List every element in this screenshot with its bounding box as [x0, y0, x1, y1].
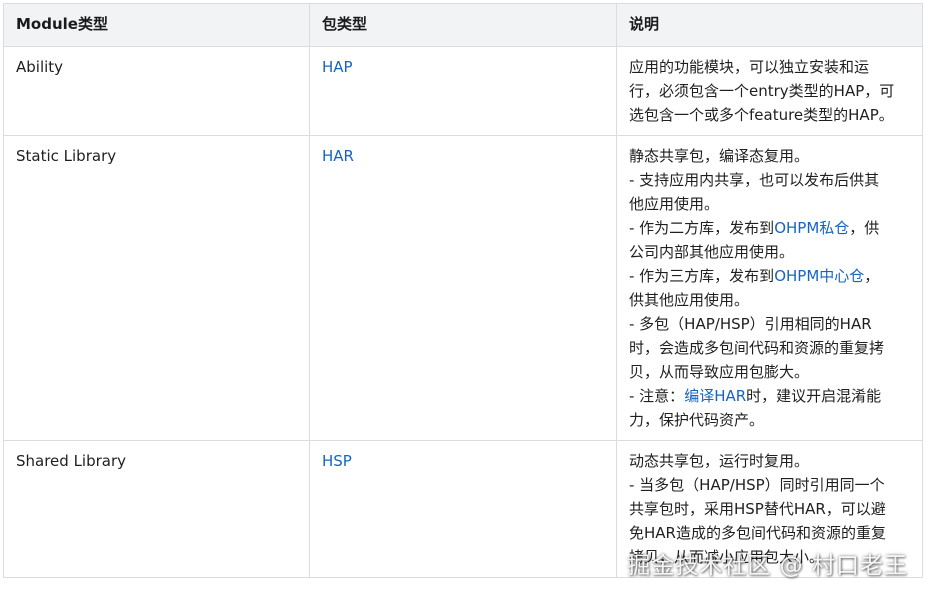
header-description: 说明 — [616, 3, 923, 47]
description-line: 静态共享包，编译态复用。 — [629, 144, 910, 168]
description-link[interactable]: OHPM中心仓 — [774, 267, 864, 285]
description-text: - 多包（HAP/HSP）引用相同的HAR — [629, 315, 872, 333]
description-line: 他应用使用。 — [629, 192, 910, 216]
module-type-cell: Shared Library — [3, 440, 310, 578]
description-line: - 多包（HAP/HSP）引用相同的HAR — [629, 312, 910, 336]
description-cell: 静态共享包，编译态复用。 - 支持应用内共享，也可以发布后供其 他应用使用。 - 作为… — [616, 135, 923, 441]
description-cell: 应用的功能模块，可以独立安装和运行，必须包含一个entry类型的HAP，可 选包含… — [616, 46, 923, 136]
description-line: 应用的功能模块，可以独立安装和运 — [629, 55, 910, 79]
description-line: 时，会造成多包间代码和资源的重复拷 — [629, 336, 910, 360]
module-type-cell: Ability — [3, 46, 310, 136]
table-row-ability: Ability HAP 应用的功能模块，可以独立安装和运行，必须包含一个entr… — [3, 46, 923, 136]
description-text: - 作为二方库，发布到 — [629, 219, 775, 237]
description-text: 公司内部其他应用使用。 — [629, 243, 795, 261]
description-text: 他应用使用。 — [629, 195, 720, 213]
table-row-static-library: Static Library HAR 静态共享包，编译态复用。 - 支持应用内共享… — [3, 135, 923, 441]
description-text: 时，建议开启混淆能 — [746, 387, 882, 405]
package-type-link[interactable]: HAP — [322, 58, 353, 76]
description-text: - 支持应用内共享，也可以发布后供其 — [629, 171, 880, 189]
package-type-link[interactable]: HAR — [322, 147, 354, 165]
package-type-cell: HSP — [309, 440, 617, 578]
description-link[interactable]: OHPM私仓 — [774, 219, 849, 237]
description-text: 力，保护代码资产。 — [629, 411, 765, 429]
description-line: 行，必须包含一个entry类型的HAP，可 — [629, 79, 910, 103]
module-type-cell: Static Library — [3, 135, 310, 441]
description-link[interactable]: 编译HAR — [684, 387, 746, 405]
description-line: - 作为三方库，发布到OHPM中心仓， — [629, 264, 910, 288]
package-type-cell: HAP — [309, 46, 617, 136]
header-package-type: 包类型 — [309, 3, 617, 47]
watermark: 掘金技术社区 @ 村口老王 — [627, 553, 908, 579]
description-text: 供其他应用使用。 — [629, 291, 750, 309]
description-line: - 当多包（HAP/HSP）同时引用同一个 — [629, 473, 910, 497]
description-line: 供其他应用使用。 — [629, 288, 910, 312]
description-text: 共享包时，采用HSP替代HAR，可以避 — [629, 500, 886, 518]
description-text: 静态共享包，编译态复用。 — [629, 147, 810, 165]
description-text: - 注意： — [629, 387, 685, 405]
description-text: ， — [864, 267, 880, 285]
description-line: - 作为二方库，发布到OHPM私仓，供 — [629, 216, 910, 240]
package-type-cell: HAR — [309, 135, 617, 441]
module-type-table: Module类型 包类型 说明 Ability HAP 应用的功能模块，可以独立… — [3, 3, 923, 578]
description-line: 共享包时，采用HSP替代HAR，可以避 — [629, 497, 910, 521]
description-text: ，供 — [849, 219, 880, 237]
description-text: 免HAR造成的多包间代码和资源的重复 — [629, 524, 886, 542]
description-line: 动态共享包，运行时复用。 — [629, 449, 910, 473]
description-line: 力，保护代码资产。 — [629, 408, 910, 432]
package-type-link[interactable]: HSP — [322, 452, 352, 470]
description-text: 贝，从而导致应用包膨大。 — [629, 363, 810, 381]
description-text: 动态共享包，运行时复用。 — [629, 452, 810, 470]
description-text: 时，会造成多包间代码和资源的重复拷 — [629, 339, 885, 357]
description-text: 选包含一个或多个feature类型的HAP。 — [629, 106, 894, 124]
description-text: - 作为三方库，发布到 — [629, 267, 775, 285]
description-line: 免HAR造成的多包间代码和资源的重复 — [629, 521, 910, 545]
description-text: 应用的功能模块，可以独立安装和运 — [629, 58, 870, 76]
description-line: - 支持应用内共享，也可以发布后供其 — [629, 168, 910, 192]
header-module-type: Module类型 — [3, 3, 310, 47]
table-header-row: Module类型 包类型 说明 — [3, 3, 923, 47]
description-line: 选包含一个或多个feature类型的HAP。 — [629, 103, 910, 127]
description-line: 贝，从而导致应用包膨大。 — [629, 360, 910, 384]
description-text: 行，必须包含一个entry类型的HAP，可 — [629, 82, 895, 100]
description-line: 公司内部其他应用使用。 — [629, 240, 910, 264]
description-text: - 当多包（HAP/HSP）同时引用同一个 — [629, 476, 885, 494]
description-line: - 注意：编译HAR时，建议开启混淆能 — [629, 384, 910, 408]
